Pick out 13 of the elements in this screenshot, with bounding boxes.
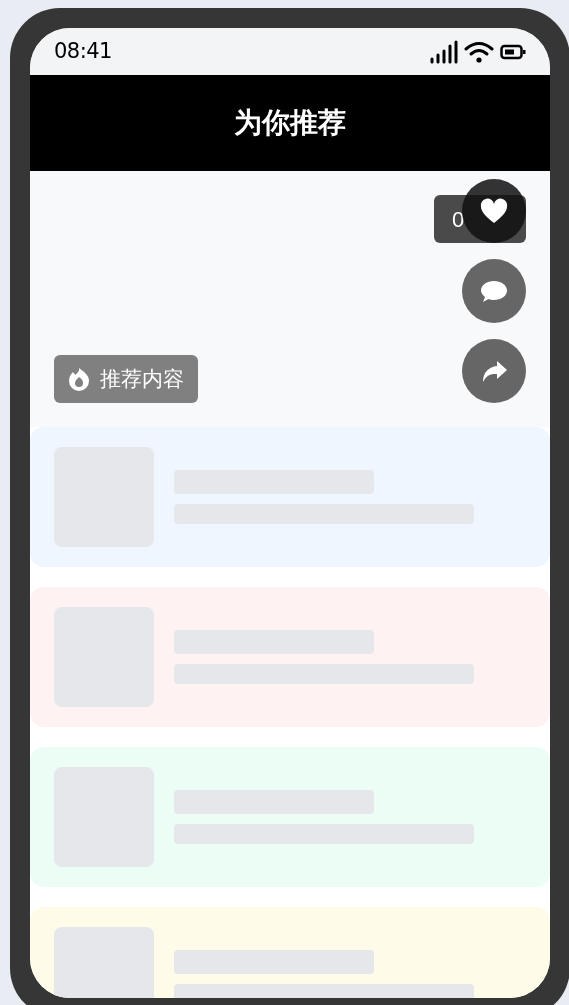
battery-icon (500, 43, 526, 60)
share-arrow-icon (480, 358, 508, 384)
content-card[interactable] (30, 587, 550, 727)
speech-bubble-icon (480, 278, 508, 304)
status-time: 08:41 (54, 37, 112, 65)
content-card[interactable] (30, 747, 550, 887)
wifi-icon (464, 40, 494, 63)
flame-icon (68, 367, 90, 391)
page-title: 为你推荐 (234, 106, 346, 140)
tag-text: 推荐内容 (100, 366, 184, 393)
heart-icon (480, 198, 508, 224)
content-card[interactable] (30, 427, 550, 567)
signal-icon (430, 39, 458, 64)
